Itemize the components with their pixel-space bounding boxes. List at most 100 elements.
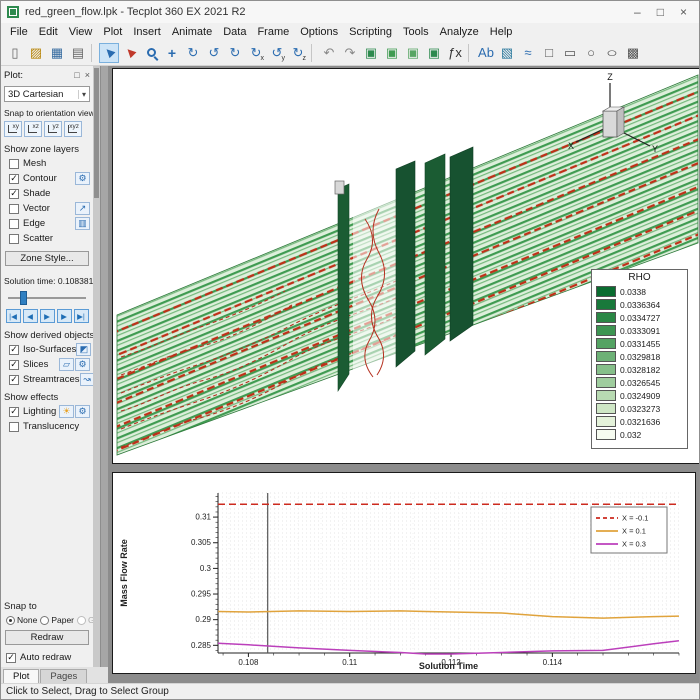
- rotate-y-tool[interactable]: ↺y: [267, 43, 287, 63]
- polyline-tool[interactable]: ≈: [518, 43, 538, 63]
- minimize-button[interactable]: –: [634, 5, 641, 19]
- menu-file[interactable]: File: [5, 25, 33, 39]
- solution-time-slider[interactable]: [6, 291, 88, 305]
- new-file-button[interactable]: ▯: [5, 43, 25, 63]
- checkbox-edge[interactable]: [9, 219, 19, 229]
- legend-swatch: [596, 390, 616, 401]
- menu-analyze[interactable]: Analyze: [435, 25, 484, 39]
- radio-paper[interactable]: [40, 616, 49, 625]
- redo-button[interactable]: ↷: [340, 43, 360, 63]
- checkbox-contour[interactable]: ✓: [9, 174, 19, 184]
- frame-tool[interactable]: ▩: [623, 43, 643, 63]
- square-tool[interactable]: □: [539, 43, 559, 63]
- circle-tool[interactable]: ○: [581, 43, 601, 63]
- edge-details-button[interactable]: ▥: [75, 217, 90, 230]
- view-iso-button[interactable]: xyz: [64, 121, 82, 137]
- last-frame-button[interactable]: ▶|: [74, 309, 89, 323]
- scrollbar-thumb[interactable]: [94, 68, 99, 198]
- undo-button[interactable]: ↶: [319, 43, 339, 63]
- save-button[interactable]: ▦: [47, 43, 67, 63]
- menu-plot[interactable]: Plot: [98, 25, 127, 39]
- menu-scripting[interactable]: Scripting: [344, 25, 397, 39]
- menu-edit[interactable]: Edit: [34, 25, 63, 39]
- close-button[interactable]: ×: [680, 5, 687, 19]
- rotate-twist-tool[interactable]: ↻: [225, 43, 245, 63]
- auto-redraw-checkbox[interactable]: ✓: [6, 653, 16, 663]
- previous-frame-button[interactable]: ◀: [23, 309, 38, 323]
- checkbox-shade[interactable]: ✓: [9, 189, 19, 199]
- lighting-details-button[interactable]: ⚙: [75, 405, 90, 418]
- iso-surface-details-button[interactable]: ◩: [76, 343, 91, 356]
- translate-tool[interactable]: +: [162, 43, 182, 63]
- checkbox-streamtraces[interactable]: ✓: [9, 375, 19, 385]
- rotate-z-tool[interactable]: ↻z: [288, 43, 308, 63]
- menu-insert[interactable]: Insert: [128, 25, 166, 39]
- legend-entry: 0.0331455: [596, 337, 683, 350]
- menu-view[interactable]: View: [64, 25, 98, 39]
- close-panel-icon[interactable]: ×: [85, 70, 90, 80]
- probe-tool[interactable]: ◀: [120, 43, 140, 63]
- zoom-tool[interactable]: [141, 43, 161, 63]
- rotate-x-tool[interactable]: ↻x: [246, 43, 266, 63]
- checkbox-mesh[interactable]: [9, 159, 19, 169]
- contour-details-button[interactable]: ⚙: [75, 172, 90, 185]
- menu-tools[interactable]: Tools: [398, 25, 434, 39]
- vector-details-button[interactable]: ↗: [75, 202, 90, 215]
- menu-animate[interactable]: Animate: [167, 25, 217, 39]
- panel-splitter[interactable]: [100, 66, 108, 667]
- menu-data[interactable]: Data: [218, 25, 251, 39]
- tab-plot[interactable]: Plot: [3, 669, 39, 683]
- fit-frame-button[interactable]: ▣: [403, 43, 423, 63]
- toolbar: ▯▨▦▤◀◀+↻↺↻↻x↺y↻z↶↷▣▣▣▣ƒxAb▧≈□▭○○▩: [1, 40, 699, 66]
- fit-surfaces-button[interactable]: ▣: [361, 43, 381, 63]
- checkbox-iso-surfaces[interactable]: ✓: [9, 345, 19, 355]
- nice-fit-button[interactable]: ▣: [424, 43, 444, 63]
- view-yz-button[interactable]: yz: [44, 121, 62, 137]
- float-panel-icon[interactable]: □: [74, 70, 79, 80]
- streamtrace-placement-button[interactable]: ↝: [80, 373, 94, 386]
- mass-flow-chart[interactable]: 0.2850.290.2950.30.3050.310.1080.110.112…: [113, 473, 695, 673]
- maximize-button[interactable]: □: [657, 5, 664, 19]
- menu-frame[interactable]: Frame: [252, 25, 294, 39]
- checkbox-vector[interactable]: [9, 204, 19, 214]
- snap-option-none[interactable]: None: [6, 615, 37, 625]
- tab-pages[interactable]: Pages: [40, 669, 87, 683]
- slice-details-button[interactable]: ⚙: [75, 358, 90, 371]
- function-button[interactable]: ƒx: [445, 43, 465, 63]
- redraw-button[interactable]: Redraw: [5, 630, 89, 645]
- checkbox-lighting[interactable]: ✓: [9, 407, 19, 417]
- view-xy-button[interactable]: xy: [4, 121, 22, 137]
- slice-handle[interactable]: [335, 181, 344, 194]
- rotate-spherical-tool[interactable]: ↺: [204, 43, 224, 63]
- snap-option-paper[interactable]: Paper: [40, 615, 74, 625]
- rectangle-tool[interactable]: ▭: [560, 43, 580, 63]
- slice-placement-button[interactable]: ▱: [59, 358, 74, 371]
- ellipse-tool-icon: ○: [606, 46, 618, 59]
- first-frame-button[interactable]: |◀: [6, 309, 21, 323]
- light-source-button[interactable]: ☀: [59, 405, 74, 418]
- next-frame-button[interactable]: ▶: [57, 309, 72, 323]
- sidebar-scrollbar[interactable]: [93, 66, 100, 667]
- radio-none[interactable]: [6, 616, 15, 625]
- frame-3d-plot[interactable]: Z Y X RHO 0.03380.03363640.03347270.0333…: [112, 68, 699, 464]
- fit-data-button[interactable]: ▣: [382, 43, 402, 63]
- checkbox-scatter[interactable]: [9, 234, 19, 244]
- open-file-button[interactable]: ▨: [26, 43, 46, 63]
- ellipse-tool[interactable]: ○: [602, 43, 622, 63]
- checkbox-slices[interactable]: ✓: [9, 360, 19, 370]
- select-tool[interactable]: ◀: [99, 43, 119, 63]
- menu-help[interactable]: Help: [485, 25, 518, 39]
- print-button[interactable]: ▤: [68, 43, 88, 63]
- play-button[interactable]: ▶: [40, 309, 55, 323]
- slider-thumb[interactable]: [20, 291, 27, 305]
- plot-type-dropdown[interactable]: 3D Cartesian ▾: [4, 86, 90, 102]
- text-tool[interactable]: Ab: [476, 43, 496, 63]
- menu-options[interactable]: Options: [295, 25, 343, 39]
- frame-xy-plot[interactable]: 0.2850.290.2950.30.3050.310.1080.110.112…: [112, 472, 696, 674]
- checkbox-translucency[interactable]: [9, 422, 19, 432]
- geometry-tool[interactable]: ▧: [497, 43, 517, 63]
- view-xz-button[interactable]: xz: [24, 121, 42, 137]
- contour-legend[interactable]: RHO 0.03380.03363640.03347270.03330910.0…: [591, 269, 688, 449]
- rotate-rollerball-tool[interactable]: ↻: [183, 43, 203, 63]
- zone-style-button[interactable]: Zone Style...: [5, 251, 89, 266]
